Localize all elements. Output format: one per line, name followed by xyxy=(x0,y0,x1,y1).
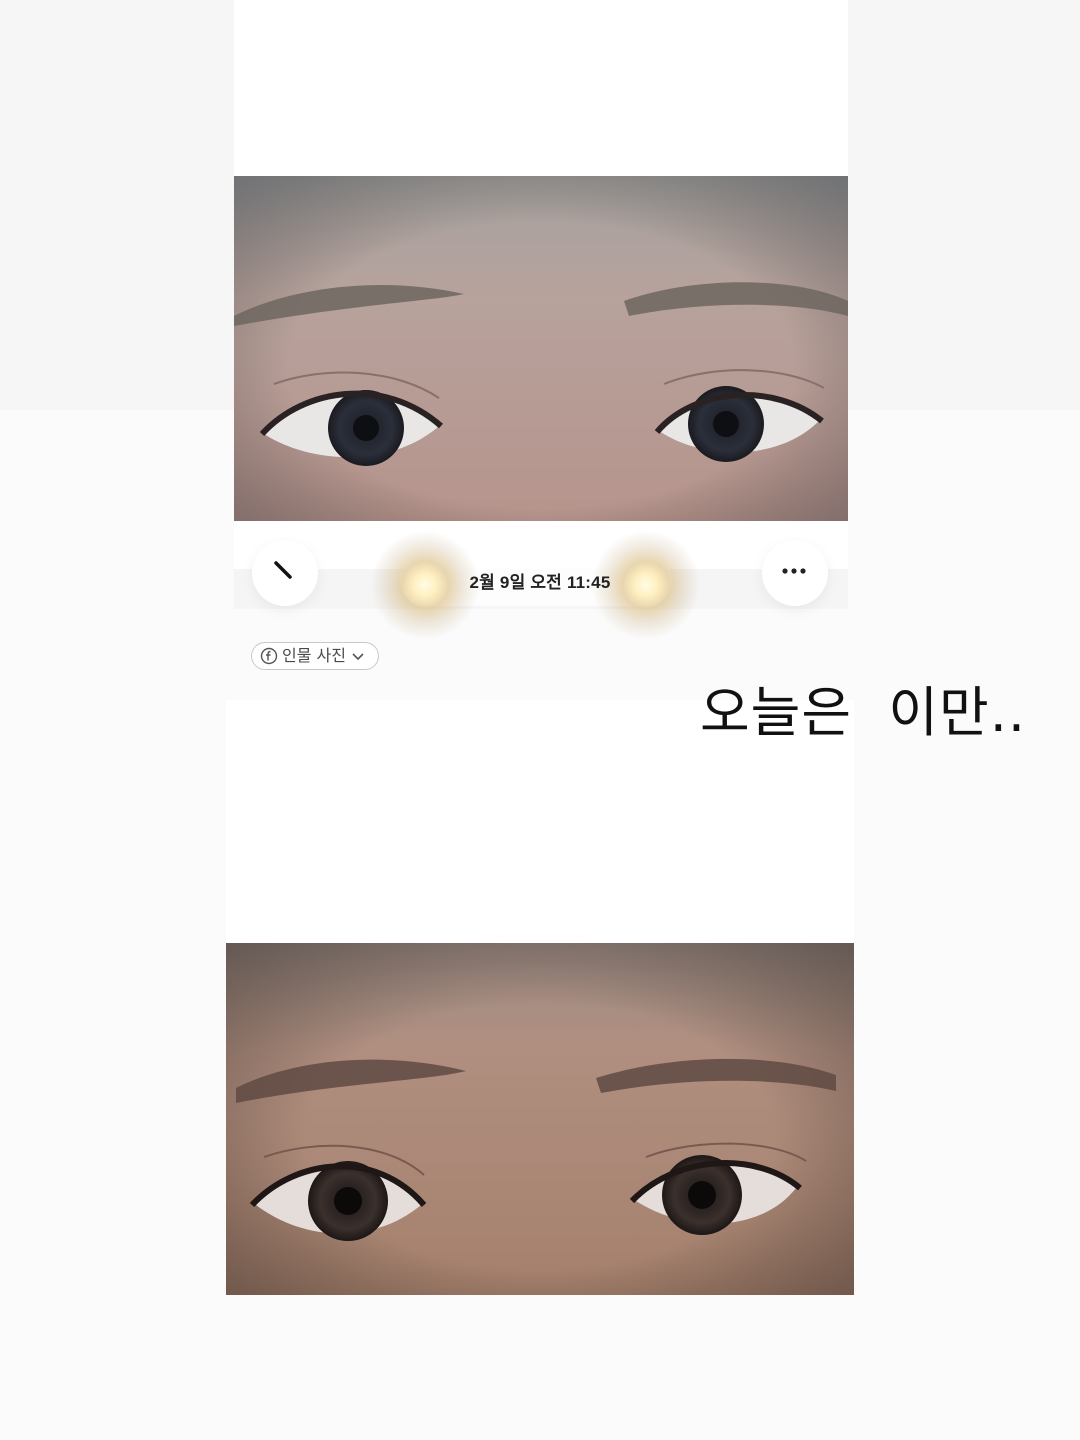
eye-photo-after xyxy=(226,943,854,1295)
more-button[interactable] xyxy=(762,540,828,606)
face-icon xyxy=(260,647,278,665)
chevron-down-icon xyxy=(350,648,366,664)
back-arrow-icon xyxy=(274,561,292,579)
photo-date-label: 2월 9일 오전 11:45 xyxy=(469,573,611,592)
eye-photo-before xyxy=(234,176,848,521)
back-button[interactable] xyxy=(252,540,318,606)
people-photo-chip[interactable]: 인물 사진 xyxy=(251,642,379,670)
people-photo-label: 인물 사진 xyxy=(282,646,346,665)
caption-text: 오늘은 이만.. xyxy=(700,681,1027,744)
more-dots-icon xyxy=(782,568,806,574)
